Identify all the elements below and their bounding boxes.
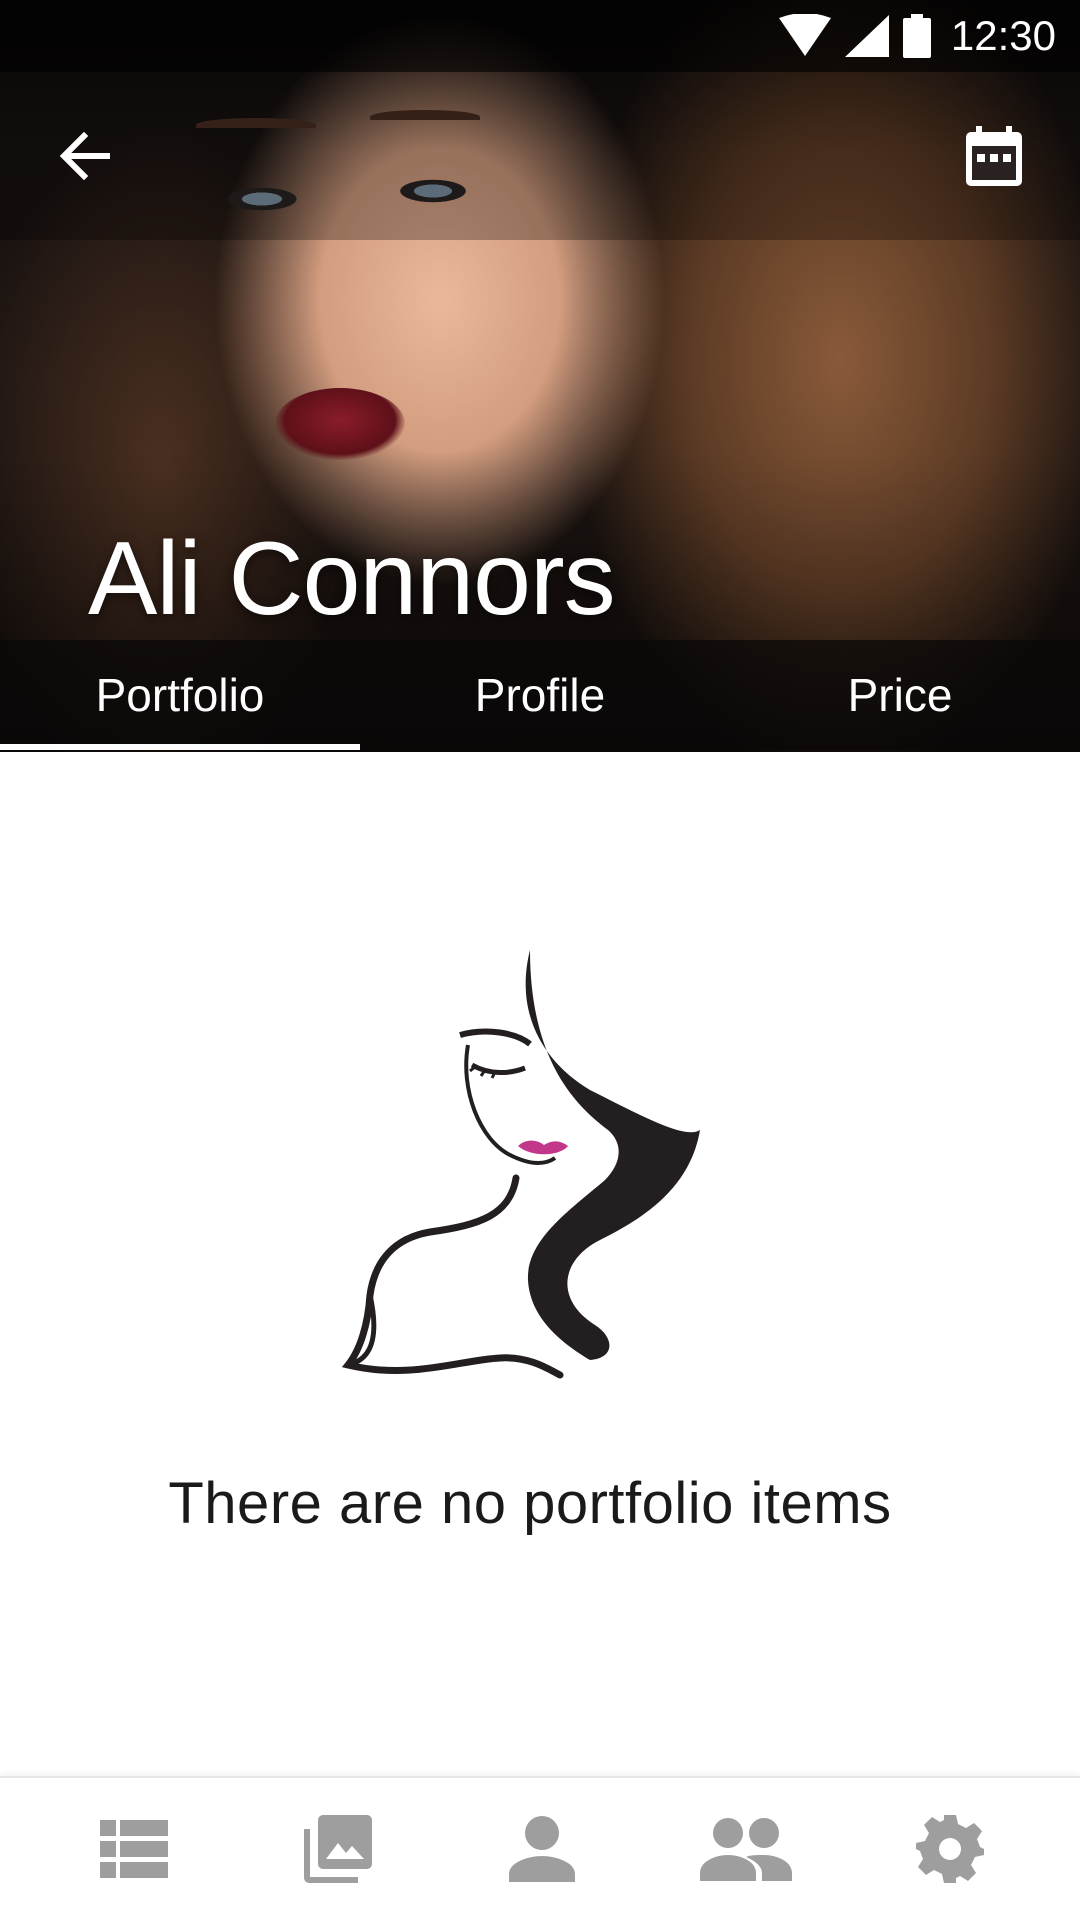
tab-price[interactable]: Price (720, 640, 1080, 750)
list-icon (100, 1820, 168, 1878)
tab-label: Price (847, 669, 953, 721)
tab-portfolio[interactable]: Portfolio (0, 640, 360, 750)
nav-profile[interactable] (440, 1777, 644, 1920)
nav-people[interactable] (644, 1777, 848, 1920)
settings-gear-icon (916, 1815, 984, 1883)
profile-name: Ali Connors (88, 521, 616, 637)
woman-silhouette-logo (341, 950, 700, 1379)
nav-settings[interactable] (848, 1777, 1052, 1920)
nav-photos[interactable] (236, 1777, 440, 1920)
tab-bar: Portfolio Profile Price (0, 640, 1080, 750)
cellular-signal-icon (844, 15, 889, 57)
arrow-back-icon (60, 132, 110, 180)
people-icon (700, 1818, 792, 1881)
back-button[interactable] (44, 114, 128, 198)
person-icon (509, 1816, 575, 1882)
photo-library-icon (304, 1815, 372, 1883)
tab-selected-indicator (0, 744, 360, 750)
calendar-icon (966, 126, 1022, 186)
nav-list[interactable] (32, 1777, 236, 1920)
app-root: 12:30 Ali Connors Portfolio Profile Pric… (0, 0, 1080, 1920)
calendar-button[interactable] (952, 114, 1036, 198)
tab-profile[interactable]: Profile (360, 640, 720, 750)
tab-label: Profile (474, 669, 606, 721)
toolbar (0, 72, 1080, 240)
empty-state-message: There are no portfolio items (168, 1471, 892, 1536)
tab-label: Portfolio (95, 669, 265, 721)
wifi-icon (778, 14, 831, 58)
status-time: 12:30 (950, 12, 1056, 59)
battery-icon (902, 14, 931, 58)
bottom-navigation (0, 1776, 1080, 1920)
status-bar: 12:30 (0, 0, 1080, 72)
